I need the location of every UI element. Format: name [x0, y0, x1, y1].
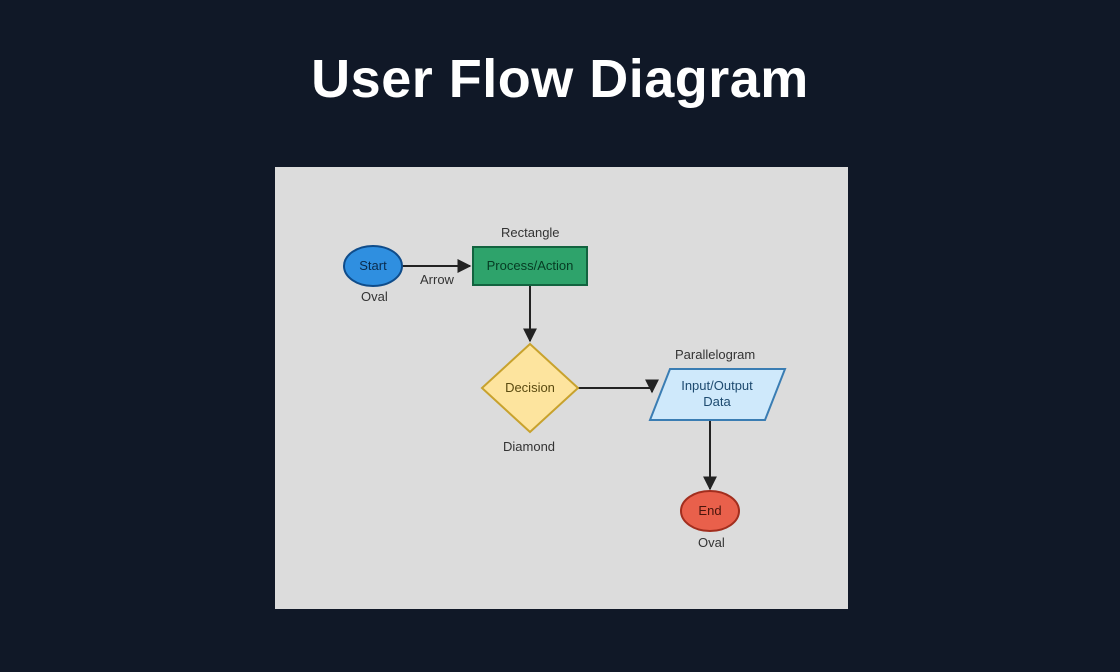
caption-io: Parallelogram: [675, 347, 755, 362]
caption-decision: Diamond: [503, 439, 555, 454]
caption-end: Oval: [698, 535, 725, 550]
node-io-label-line1: Input/Output: [681, 378, 753, 393]
node-io-label-line2: Data: [703, 394, 731, 409]
node-end-label: End: [698, 503, 721, 518]
page-title: User Flow Diagram: [0, 0, 1120, 110]
edge-decision-io: [578, 388, 652, 392]
caption-process: Rectangle: [501, 225, 560, 240]
flow-svg: Start Process/Action Decision Input/Outp…: [275, 167, 848, 609]
caption-start: Oval: [361, 289, 388, 304]
node-process-label: Process/Action: [487, 258, 574, 273]
node-start-label: Start: [359, 258, 387, 273]
diagram-canvas: Start Process/Action Decision Input/Outp…: [275, 167, 848, 609]
caption-arrow: Arrow: [420, 272, 454, 287]
node-decision-label: Decision: [505, 380, 555, 395]
